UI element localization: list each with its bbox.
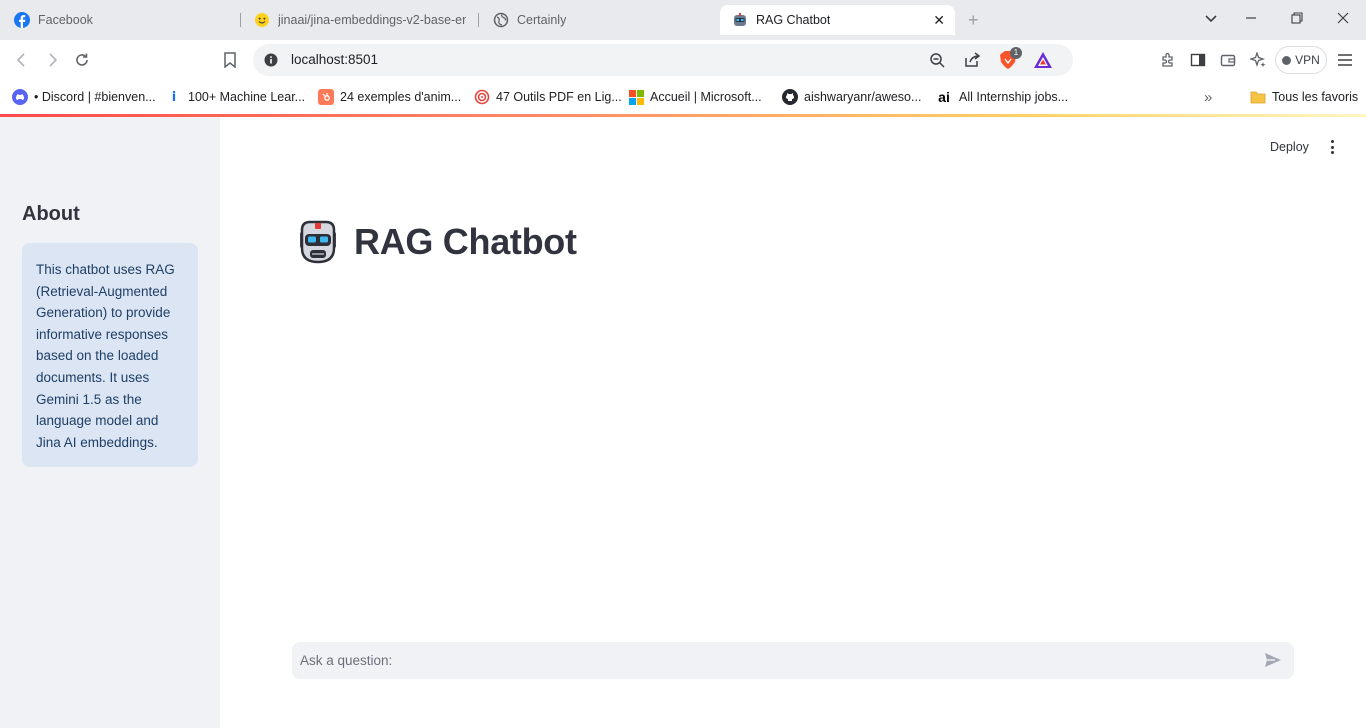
- vpn-button[interactable]: VPN: [1275, 46, 1327, 74]
- bookmark-discord[interactable]: • Discord | #bienven...: [12, 87, 156, 107]
- ai-icon: ai: [938, 89, 950, 105]
- reload-icon[interactable]: [72, 50, 92, 70]
- tab-title: Facebook: [38, 13, 93, 27]
- site-info-icon[interactable]: [263, 52, 279, 73]
- chat-question-input[interactable]: [292, 642, 1252, 679]
- send-icon[interactable]: [1264, 651, 1284, 671]
- github-icon: [782, 89, 798, 105]
- browser-tab-strip: Facebook jinaai/jina-embeddings-v2-base-…: [0, 0, 1366, 40]
- discord-icon: [12, 89, 28, 105]
- bookmark-label: 47 Outils PDF en Lig...: [496, 90, 622, 104]
- vpn-status-icon: [1282, 55, 1292, 65]
- tab-separator: [240, 13, 241, 27]
- bookmark-all-favorites[interactable]: Tous les favoris: [1250, 87, 1358, 107]
- close-tab-icon[interactable]: ✕: [933, 12, 945, 29]
- target-icon: [474, 89, 490, 105]
- about-info-box: This chatbot uses RAG (Retrieval-Augment…: [22, 243, 198, 467]
- bookmark-machine-learning[interactable]: ⅰ 100+ Machine Lear...: [166, 87, 305, 107]
- robot-icon: [294, 218, 342, 266]
- app-sidebar: About This chatbot uses RAG (Retrieval-A…: [0, 117, 220, 728]
- close-window-icon[interactable]: [1337, 11, 1349, 28]
- extensions-icon[interactable]: [1158, 50, 1178, 70]
- back-icon[interactable]: [12, 50, 32, 70]
- bookmark-exemples-animation[interactable]: 24 exemples d'anim...: [318, 87, 461, 107]
- sidebar-toggle-icon[interactable]: [1188, 50, 1208, 70]
- tab-facebook[interactable]: Facebook: [14, 5, 234, 35]
- address-bar[interactable]: localhost:8501 1: [253, 44, 1073, 76]
- bookmark-label: Tous les favoris: [1272, 90, 1359, 104]
- bookmark-label: 24 exemples d'anim...: [340, 90, 462, 104]
- minimize-window-icon[interactable]: [1245, 11, 1257, 28]
- huggingface-icon: [254, 12, 270, 28]
- more-options-icon[interactable]: [1326, 138, 1338, 156]
- sidebar-heading: About: [22, 203, 80, 225]
- page-title: RAG Chatbot: [294, 218, 577, 266]
- bookmark-github-awesome[interactable]: aishwaryanr/aweso...: [782, 87, 921, 107]
- tab-separator: [478, 13, 479, 27]
- bookmark-label: 100+ Machine Lear...: [188, 90, 306, 104]
- bookmark-microsoft[interactable]: Accueil | Microsoft...: [628, 87, 762, 107]
- info-icon: ⅰ: [171, 89, 177, 104]
- wallet-icon[interactable]: [1218, 50, 1238, 70]
- bookmarks-overflow-button[interactable]: »: [1204, 87, 1212, 107]
- bookmark-label: All Internship jobs...: [959, 90, 1069, 104]
- facebook-icon: [14, 12, 30, 28]
- share-icon[interactable]: [963, 52, 981, 73]
- vpn-label: VPN: [1295, 53, 1320, 67]
- bookmark-outils-pdf[interactable]: 47 Outils PDF en Lig...: [474, 87, 622, 107]
- tab-title: jinaai/jina-embeddings-v2-base-en: [278, 13, 466, 27]
- new-tab-button[interactable]: +: [968, 10, 979, 31]
- main-content: [220, 117, 1366, 728]
- hubspot-icon: [318, 89, 334, 105]
- tab-jina-embeddings[interactable]: jinaai/jina-embeddings-v2-base-en: [254, 5, 466, 35]
- tab-certainly[interactable]: Certainly: [493, 5, 703, 35]
- tab-search-chevron-icon[interactable]: [1204, 11, 1218, 28]
- tab-title: RAG Chatbot: [756, 13, 831, 27]
- bookmarks-bar: • Discord | #bienven... ⅰ 100+ Machine L…: [0, 80, 1366, 114]
- tab-rag-chatbot[interactable]: RAG Chatbot ✕: [720, 5, 955, 35]
- deploy-button[interactable]: Deploy: [1270, 140, 1309, 154]
- shield-badge-count: 1: [1010, 47, 1022, 59]
- page-title-text: RAG Chatbot: [354, 221, 577, 262]
- bookmark-page-icon[interactable]: [220, 50, 240, 70]
- restore-window-icon[interactable]: [1291, 11, 1303, 28]
- tab-title: Certainly: [517, 13, 567, 27]
- url-text[interactable]: localhost:8501: [291, 52, 378, 67]
- folder-icon: [1250, 89, 1266, 105]
- browser-toolbar: localhost:8501 1 VPN: [0, 40, 1366, 80]
- bookmark-label: aishwaryanr/aweso...: [804, 90, 922, 104]
- bookmark-label: • Discord | #bienven...: [34, 90, 156, 104]
- zoom-icon[interactable]: [929, 52, 945, 73]
- leo-ai-icon[interactable]: [1248, 50, 1268, 70]
- bookmark-internship-jobs[interactable]: ai All Internship jobs...: [935, 87, 1068, 107]
- globe-icon: [493, 12, 509, 28]
- menu-hamburger-icon[interactable]: [1335, 50, 1355, 70]
- brave-rewards-icon[interactable]: [1033, 51, 1053, 74]
- robot-icon: [732, 12, 748, 28]
- microsoft-icon: [628, 89, 644, 105]
- bookmark-label: Accueil | Microsoft...: [650, 90, 762, 104]
- forward-icon[interactable]: [42, 50, 62, 70]
- chat-input-container: [292, 642, 1294, 679]
